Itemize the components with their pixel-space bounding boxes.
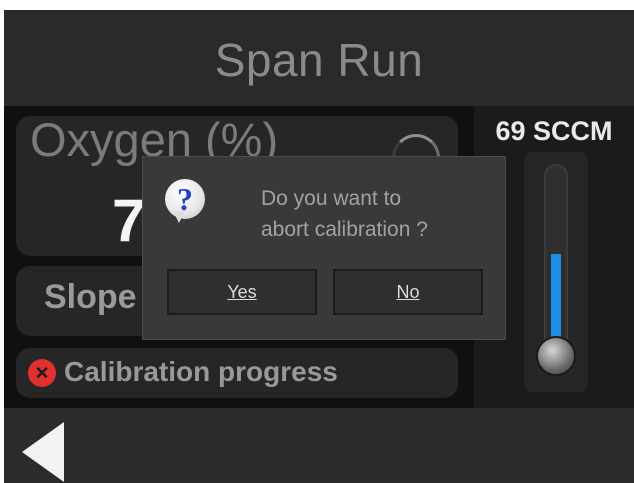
abort-calibration-dialog: ? Do you want to abort calibration ? Yes… <box>142 156 506 340</box>
dialog-message-line2: abort calibration ? <box>261 218 428 241</box>
calibration-progress-panel: × Calibration progress <box>16 348 458 398</box>
back-arrow-icon[interactable] <box>22 422 64 482</box>
yes-button-label: Yes <box>227 282 257 302</box>
error-icon: × <box>28 359 56 387</box>
title-bar: Span Run <box>4 10 634 106</box>
calibration-progress-label: Calibration progress <box>64 356 338 387</box>
dialog-message: Do you want to abort calibration ? <box>261 183 491 245</box>
slope-label: Slope <box>44 278 137 316</box>
question-icon: ? <box>165 179 205 223</box>
dialog-message-line1: Do you want to <box>261 187 402 210</box>
oxygen-value: 7 <box>112 187 146 254</box>
flow-gauge-knob <box>536 336 576 376</box>
page-title: Span Run <box>214 34 424 86</box>
screen: Span Run Oxygen (%) 7 Slope × Calibratio… <box>4 10 634 483</box>
flow-gauge <box>524 152 588 392</box>
yes-button[interactable]: Yes <box>167 269 317 315</box>
flow-rate-label: 69 SCCM <box>495 116 613 146</box>
no-button-label: No <box>396 282 420 302</box>
bottom-bar <box>4 408 634 483</box>
no-button[interactable]: No <box>333 269 483 315</box>
